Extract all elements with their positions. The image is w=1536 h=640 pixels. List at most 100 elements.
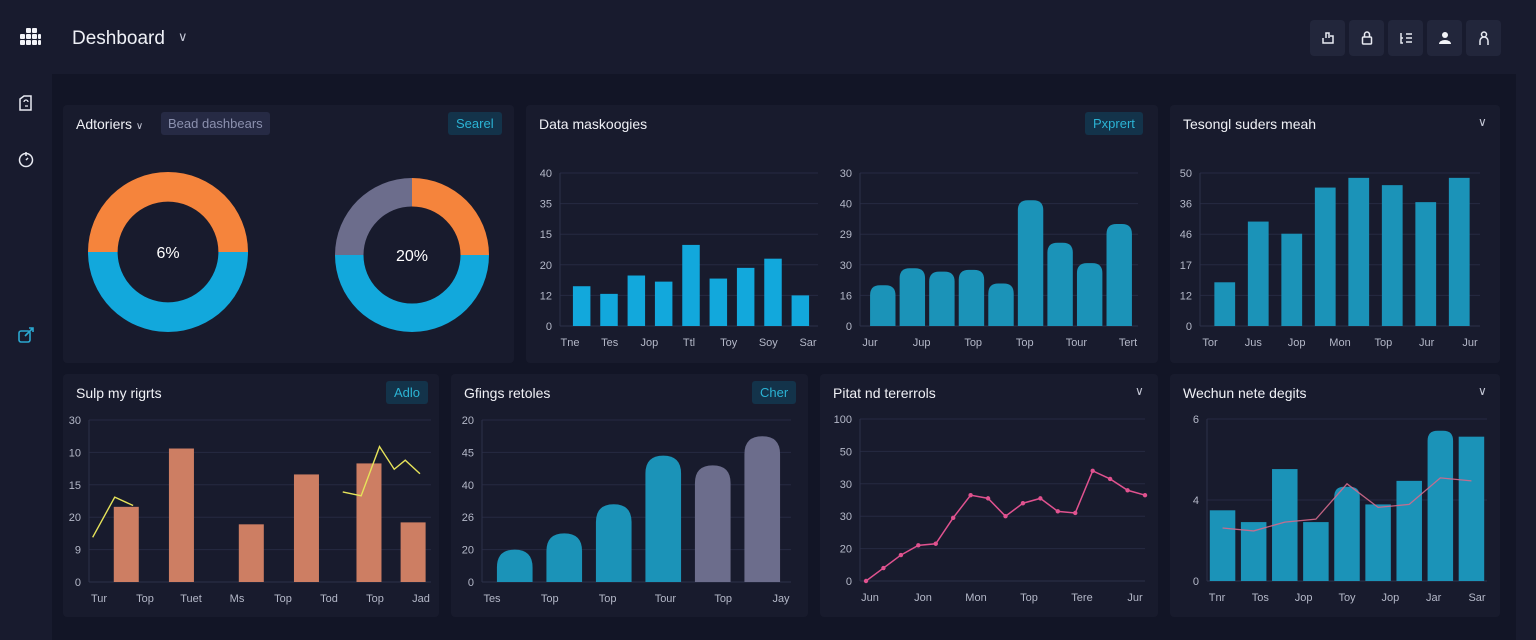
bar xyxy=(764,258,782,326)
y-tick-label: 0 xyxy=(1193,576,1199,588)
x-tick-label: Jar xyxy=(1426,592,1442,604)
x-tick-label: Jun xyxy=(861,592,879,604)
donut-center-label: 20% xyxy=(396,248,428,265)
x-tick-label: Tne xyxy=(561,337,580,349)
x-tick-label: Tour xyxy=(655,593,677,605)
bar xyxy=(1214,282,1236,326)
x-tick-label: Top xyxy=(1016,337,1034,349)
bar xyxy=(1396,480,1422,581)
y-tick-label: 20 xyxy=(540,260,552,272)
bar xyxy=(1209,510,1236,581)
sidebar xyxy=(0,74,52,640)
x-tick-label: Sar xyxy=(799,337,816,349)
data-point xyxy=(950,515,956,521)
y-tick-label: 17 xyxy=(1180,260,1192,272)
bar xyxy=(546,533,583,582)
x-tick-label: Jup xyxy=(913,337,931,349)
x-tick-label: Top xyxy=(599,593,617,605)
y-tick-label: 0 xyxy=(75,577,81,589)
donut-chart-1: 6% xyxy=(88,172,248,332)
bar xyxy=(1448,177,1470,326)
x-tick-label: Jop xyxy=(640,337,658,349)
bar xyxy=(1381,185,1403,326)
donut-center-label: 6% xyxy=(156,245,179,262)
share-icon xyxy=(1321,32,1334,44)
data-point xyxy=(1142,492,1148,498)
panel-wechun: Wechun nete degits ∨ 0 4 6 Tnr Tos Jop Toy Jop J… xyxy=(1170,374,1500,617)
y-tick-label: 30 xyxy=(69,415,81,427)
top-bar: Deshboard ∨ xyxy=(0,0,1536,74)
y-tick-label: 35 xyxy=(540,199,552,211)
lock-button[interactable] xyxy=(1349,20,1384,56)
x-tick-label: Jop xyxy=(1288,337,1306,349)
y-tick-label: 6 xyxy=(1193,414,1199,426)
x-tick-label: Top xyxy=(1020,592,1038,604)
y-tick-label: 30 xyxy=(840,260,852,272)
data-point xyxy=(916,543,921,548)
list-button[interactable] xyxy=(1388,20,1423,56)
bar xyxy=(356,463,382,582)
dashboard-title[interactable]: Deshboard xyxy=(72,28,165,50)
bar xyxy=(645,455,682,582)
y-tick-label: 16 xyxy=(840,290,852,302)
x-tick-label: Jur xyxy=(1127,592,1143,604)
bar xyxy=(1348,177,1370,326)
bar xyxy=(1047,242,1073,326)
panel-adtoriers: Adtoriers ∨ Bead dashbears Searel 6% 20% xyxy=(63,105,514,363)
y-tick-label: 0 xyxy=(546,321,552,333)
y-tick-label: 29 xyxy=(840,229,852,241)
list-icon xyxy=(1399,33,1412,44)
y-tick-label: 0 xyxy=(468,577,474,589)
bar xyxy=(958,269,985,326)
y-tick-label: 15 xyxy=(69,480,81,492)
dashboards-filter-button[interactable]: Bead dashbears xyxy=(161,112,270,135)
bar xyxy=(791,295,810,326)
line-chart-1: 0 20 30 30 50 100 Jun Jon Mon Top Tere Jur xyxy=(834,414,1148,604)
x-tick-label: Jop xyxy=(1295,592,1313,604)
x-tick-label: Tere xyxy=(1071,592,1092,604)
x-tick-label: Top xyxy=(274,593,292,605)
external-edit-icon[interactable] xyxy=(17,326,35,344)
y-tick-label: 12 xyxy=(540,290,552,302)
bar xyxy=(293,474,319,582)
bookmark-icon[interactable] xyxy=(17,94,35,112)
toolbar xyxy=(1310,20,1501,56)
bar xyxy=(1427,430,1454,581)
bar xyxy=(736,267,755,326)
bar-chart-4: 0 20 26 40 45 20 Tes Top Top Tour Top Jay xyxy=(462,415,791,605)
panel-sulp: Sulp my rigrts Adlo 0 9 20 15 10 30 Tur Top Tuet… xyxy=(63,374,439,617)
app-grid-logo-icon[interactable] xyxy=(20,28,42,46)
y-tick-label: 20 xyxy=(69,512,81,524)
x-tick-label: Tor xyxy=(1202,337,1218,349)
donut-slice xyxy=(88,172,248,252)
x-tick-label: Tour xyxy=(1066,337,1088,349)
bar xyxy=(929,271,955,326)
donut-slice xyxy=(335,178,412,255)
donut-slice xyxy=(88,252,248,332)
x-tick-label: Jad xyxy=(412,593,430,605)
share-button[interactable] xyxy=(1310,20,1345,56)
x-tick-label: Tes xyxy=(601,337,619,349)
data-point xyxy=(1125,488,1130,493)
x-tick-label: Top xyxy=(366,593,384,605)
y-tick-label: 36 xyxy=(1180,199,1192,211)
x-tick-label: Top xyxy=(136,593,154,605)
timer-icon[interactable] xyxy=(17,150,35,168)
panel-gfings: Gfings retoles Cher 0 20 26 40 45 20 Tes Top Top… xyxy=(451,374,808,617)
search-button[interactable]: Searel xyxy=(448,112,502,135)
bar xyxy=(400,522,426,582)
user-icon xyxy=(1438,32,1451,44)
panel-title[interactable]: Adtoriers ∨ xyxy=(76,116,143,132)
x-tick-label: Top xyxy=(541,593,559,605)
account-button[interactable] xyxy=(1466,20,1501,56)
bar xyxy=(627,275,646,326)
bar xyxy=(1314,187,1336,326)
user-button[interactable] xyxy=(1427,20,1462,56)
data-point xyxy=(1020,501,1026,506)
y-tick-label: 46 xyxy=(1180,229,1192,241)
y-tick-label: 45 xyxy=(462,447,474,459)
y-tick-label: 40 xyxy=(462,480,474,492)
x-tick-label: Tur xyxy=(91,593,107,605)
y-tick-label: 20 xyxy=(462,545,474,557)
chevron-down-icon[interactable]: ∨ xyxy=(178,29,188,45)
